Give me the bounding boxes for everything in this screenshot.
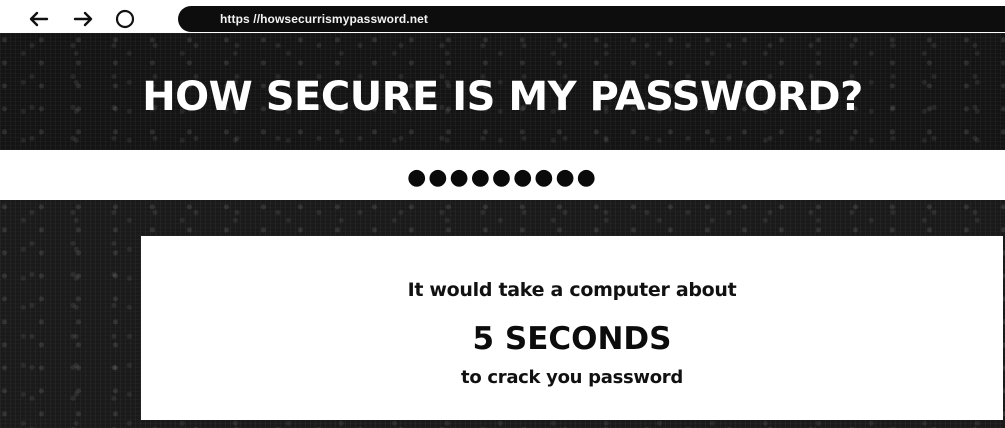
header-banner: HOW SECURE IS MY PASSWORD? [0, 33, 1005, 150]
password-row: ●●●●●●●●● [0, 160, 1005, 196]
page-title: HOW SECURE IS MY PASSWORD? [142, 74, 863, 120]
result-section: It would take a computer about 5 SECONDS… [0, 200, 1005, 428]
address-bar[interactable]: https //howsecurrismypassword.net [178, 6, 1005, 32]
crack-time-value: 5 SECONDS [472, 321, 672, 357]
arrow-right-icon [73, 11, 93, 27]
result-card: It would take a computer about 5 SECONDS… [141, 236, 1003, 420]
refresh-circle-icon [115, 9, 135, 29]
result-tail-text: to crack you password [461, 367, 683, 388]
browser-window: https //howsecurrismypassword.net HOW SE… [0, 0, 1005, 428]
result-lead-text: It would take a computer about [407, 279, 737, 301]
browser-toolbar: https //howsecurrismypassword.net [0, 0, 1005, 36]
forward-button[interactable] [68, 4, 98, 34]
back-button[interactable] [24, 4, 54, 34]
password-input[interactable]: ●●●●●●●●● [407, 160, 598, 196]
arrow-left-icon [29, 11, 49, 27]
url-text: https //howsecurrismypassword.net [220, 12, 429, 26]
refresh-button[interactable] [110, 4, 140, 34]
